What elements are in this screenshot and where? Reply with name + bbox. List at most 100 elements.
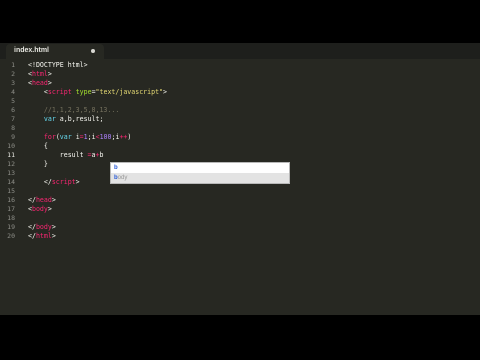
code-token: head	[35, 196, 52, 204]
line-number: 20	[7, 232, 15, 240]
line-code: <!DOCTYPE html>	[28, 61, 88, 70]
code-token: >	[47, 79, 52, 87]
tab-bar: index.html	[0, 43, 480, 59]
code-token: result	[28, 151, 88, 159]
autocomplete-item[interactable]: b	[111, 163, 289, 173]
line-code: <head>	[28, 79, 52, 88]
code-line[interactable]: 3 <head>	[0, 79, 480, 88]
code-token: i	[71, 133, 80, 141]
code-token: //1,1,2,3,5,8,13...	[28, 106, 120, 114]
code-token: >	[75, 178, 80, 186]
tab-title: index.html	[14, 47, 50, 54]
autocomplete-item[interactable]: body	[111, 173, 289, 183]
code-line[interactable]: 15	[0, 187, 480, 196]
code-line[interactable]: 19 </body>	[0, 223, 480, 232]
line-code: </body>	[28, 223, 56, 232]
code-token: body	[35, 223, 52, 231]
line-number: 12	[7, 160, 15, 168]
code-token: html	[31, 70, 48, 78]
code-token: )	[127, 133, 132, 141]
line-number: 3	[11, 79, 15, 87]
line-number: 17	[7, 205, 15, 213]
code-token: ;i	[87, 133, 96, 141]
line-number: 16	[7, 196, 15, 204]
code-line[interactable]: 18	[0, 214, 480, 223]
line-number: 7	[11, 115, 15, 123]
line-number: 14	[7, 178, 15, 186]
code-line[interactable]: 11 result =a+b	[0, 151, 480, 160]
code-token: >	[51, 223, 56, 231]
line-number: 6	[11, 106, 15, 114]
code-token: >	[47, 70, 52, 78]
line-code: var a,b,result;	[28, 115, 104, 124]
line-number: 1	[11, 61, 15, 69]
line-code: <body>	[28, 205, 52, 214]
line-number: 9	[11, 133, 15, 141]
code-token: >	[51, 196, 56, 204]
line-code: }	[28, 160, 48, 169]
line-number: 11	[7, 151, 15, 159]
line-number: 2	[11, 70, 15, 78]
code-token: type	[75, 88, 92, 96]
unsaved-dot-icon[interactable]	[91, 49, 95, 53]
code-token: >	[51, 232, 56, 240]
line-number: 19	[7, 223, 15, 231]
code-token: var	[59, 133, 72, 141]
code-lines[interactable]: 1 <!DOCTYPE html> 2 <html> 3 <head> 4 <script …	[0, 61, 480, 241]
line-code: for(var i=1;i<100;i++)	[28, 133, 132, 142]
code-token: {	[28, 142, 48, 150]
code-token: a,b,result;	[55, 115, 104, 123]
code-token: "text/javascript"	[95, 88, 164, 96]
line-number: 13	[7, 169, 15, 177]
line-number: 5	[11, 97, 15, 105]
line-number: 10	[7, 142, 15, 150]
code-token: </	[28, 196, 36, 204]
code-line[interactable]: 17 <body>	[0, 205, 480, 214]
code-line[interactable]: 8	[0, 124, 480, 133]
code-token: b	[99, 151, 104, 159]
code-line[interactable]: 7 var a,b,result;	[0, 115, 480, 124]
line-code: {	[28, 142, 48, 151]
code-line[interactable]: 5	[0, 97, 480, 106]
autocomplete-match: b	[114, 165, 118, 171]
line-number: 18	[7, 214, 15, 222]
code-token: </	[28, 178, 52, 186]
autocomplete-rest: ody	[117, 175, 128, 181]
line-code: result =a+b	[28, 151, 104, 160]
line-code: </html>	[28, 232, 56, 241]
line-number: 4	[11, 88, 15, 96]
code-line[interactable]: 9 for(var i=1;i<100;i++)	[0, 133, 480, 142]
code-line[interactable]: 10 {	[0, 142, 480, 151]
line-code: //1,1,2,3,5,8,13...	[28, 106, 119, 115]
code-line[interactable]: 2 <html>	[0, 70, 480, 79]
autocomplete-popup[interactable]: b body	[110, 162, 290, 184]
line-code: </script>	[28, 178, 80, 187]
code-token: var	[43, 115, 56, 123]
code-token: </	[28, 232, 36, 240]
line-code: <script type="text/javascript">	[28, 88, 167, 97]
code-token: <!DOCTYPE html>	[28, 61, 88, 69]
code-token: html	[35, 232, 52, 240]
code-line[interactable]: 1 <!DOCTYPE html>	[0, 61, 480, 70]
code-token: </	[28, 223, 36, 231]
code-token: body	[31, 205, 48, 213]
code-token: script	[47, 88, 72, 96]
code-token: head	[31, 79, 48, 87]
code-token: <	[28, 88, 48, 96]
code-token: >	[163, 88, 168, 96]
code-token: >	[47, 205, 52, 213]
line-code: <html>	[28, 70, 52, 79]
code-line[interactable]: 20 </html>	[0, 232, 480, 241]
code-token: for	[43, 133, 56, 141]
line-number: 15	[7, 187, 15, 195]
line-code: </head>	[28, 196, 56, 205]
code-editor[interactable]: index.html 1 <!DOCTYPE html> 2 <html> 3 <head…	[0, 43, 480, 315]
code-line[interactable]: 16 </head>	[0, 196, 480, 205]
code-line[interactable]: 4 <script type="text/javascript">	[0, 88, 480, 97]
code-line[interactable]: 6 //1,1,2,3,5,8,13...	[0, 106, 480, 115]
code-token: script	[51, 178, 76, 186]
code-token: 100	[99, 133, 112, 141]
tab-index-html[interactable]: index.html	[6, 44, 104, 59]
